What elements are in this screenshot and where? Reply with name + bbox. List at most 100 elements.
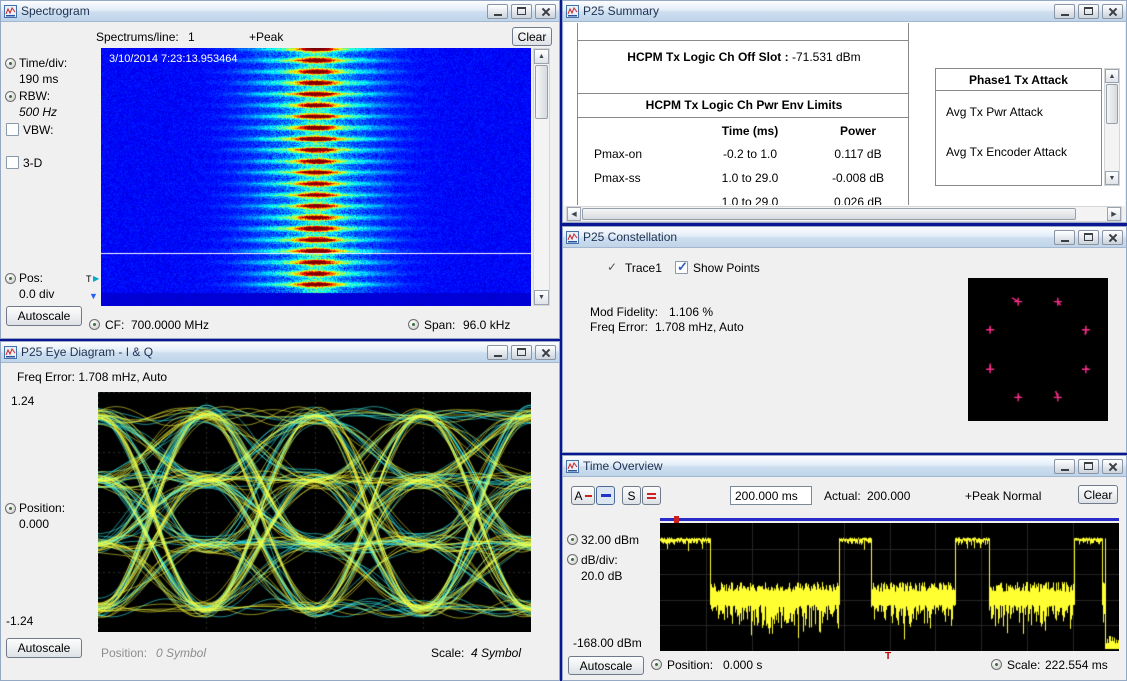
time-overview-titlebar[interactable]: Time Overview <box>563 456 1126 477</box>
scroll-up-icon[interactable]: ▲ <box>1105 69 1119 83</box>
spectrums-per-line-value[interactable]: 1 <box>188 30 195 44</box>
trace-check-icon[interactable]: ✓ <box>607 260 617 274</box>
scroll-thumb[interactable] <box>535 65 548 119</box>
trace-a-button[interactable]: A <box>571 486 595 505</box>
trace-selector[interactable]: Trace1 <box>625 261 662 275</box>
autoscale-button[interactable]: Autoscale <box>6 306 82 326</box>
minimize-icon[interactable] <box>487 4 508 19</box>
detector-label[interactable]: +Peak <box>249 30 283 44</box>
red-dash-icon <box>585 495 592 497</box>
autoscale-button[interactable]: Autoscale <box>568 656 644 675</box>
spectrogram-scrollbar[interactable]: ▲ ▼ <box>533 48 550 306</box>
trace-b-button[interactable] <box>596 486 615 505</box>
db-div-value[interactable]: 20.0 dB <box>581 569 622 583</box>
ref-level-knob-icon[interactable] <box>567 534 578 545</box>
cf-value[interactable]: 700.0000 MHz <box>131 318 209 332</box>
col-header-time: Time (ms) <box>690 124 810 138</box>
row-name: Pmax-on <box>594 147 642 161</box>
pos-label: Pos: <box>19 271 43 285</box>
span-value[interactable]: 96.0 kHz <box>463 318 510 332</box>
eye-titlebar[interactable]: P25 Eye Diagram - I & Q <box>1 342 559 363</box>
spectrogram-canvas[interactable] <box>101 48 531 306</box>
main-time-length-input[interactable] <box>730 486 812 505</box>
constellation-canvas[interactable] <box>968 278 1108 421</box>
threed-checkbox[interactable] <box>6 156 19 169</box>
footer-scale-knob-icon[interactable] <box>991 659 1002 670</box>
row-time: 1.0 to 29.0 <box>690 195 810 205</box>
footer-scale-value[interactable]: 4 Symbol <box>471 646 521 660</box>
rbw-value[interactable]: 500 Hz <box>19 105 57 119</box>
time-overview-plot[interactable] <box>660 523 1119 651</box>
scroll-left-icon[interactable]: ◀ <box>567 207 581 221</box>
phase1-scrollbar[interactable]: ▲ ▼ <box>1104 68 1120 186</box>
rbw-knob-icon[interactable] <box>5 91 16 102</box>
maximize-icon[interactable] <box>1078 4 1099 19</box>
pos-value[interactable]: 0.0 div <box>19 287 54 301</box>
maximize-icon[interactable] <box>511 345 532 360</box>
maximize-icon[interactable] <box>1078 230 1099 245</box>
summary-pane: P25 Summary HCPM Tx Logic Ch Off Slot : … <box>562 0 1127 223</box>
footer-position-value: 0 Symbol <box>156 646 206 660</box>
scroll-thumb[interactable] <box>1106 84 1118 124</box>
scroll-thumb[interactable] <box>582 208 1076 220</box>
footer-position-label: Position: <box>667 658 713 672</box>
time-div-value[interactable]: 190 ms <box>19 72 58 86</box>
constellation-titlebar[interactable]: P25 Constellation <box>563 227 1126 248</box>
footer-position-value[interactable]: 0.000 s <box>723 658 762 672</box>
maximize-icon[interactable] <box>1078 459 1099 474</box>
minimize-icon[interactable] <box>1054 459 1075 474</box>
footer-scale-label: Scale: <box>1007 658 1040 672</box>
close-icon[interactable] <box>535 4 556 19</box>
close-icon[interactable] <box>535 345 556 360</box>
time-div-knob-icon[interactable] <box>5 58 16 69</box>
pane-title: P25 Summary <box>583 4 659 18</box>
minimize-icon[interactable] <box>1054 230 1075 245</box>
position-knob-icon[interactable] <box>5 503 16 514</box>
autoscale-button[interactable]: Autoscale <box>6 638 82 658</box>
spectrum-button[interactable]: S <box>622 486 641 505</box>
trace-s-button[interactable] <box>642 486 661 505</box>
close-icon[interactable] <box>1102 230 1123 245</box>
ref-level-value[interactable]: 32.00 dBm <box>581 533 639 547</box>
eye-plot[interactable] <box>98 392 531 632</box>
trigger-marker[interactable]: T <box>86 274 92 284</box>
line-marker-icon[interactable]: ▼ <box>89 291 98 301</box>
minimize-icon[interactable] <box>487 345 508 360</box>
scroll-up-icon[interactable]: ▲ <box>534 49 549 64</box>
phase1-attack-box: Phase1 Tx Attack Avg Tx Pwr Attack Avg T… <box>935 68 1102 186</box>
scroll-down-icon[interactable]: ▼ <box>1105 171 1119 185</box>
clear-button[interactable]: Clear <box>1078 485 1118 504</box>
trigger-marker[interactable]: T <box>885 651 891 662</box>
footer-position-knob-icon[interactable] <box>651 659 662 670</box>
summary-h-scrollbar[interactable]: ◀ ▶ <box>566 206 1122 222</box>
show-points-checkbox[interactable]: ✓ <box>675 261 688 274</box>
maximize-icon[interactable] <box>511 4 532 19</box>
spectrogram-plot[interactable]: 3/10/2014 7:23:13.953464 <box>101 48 531 306</box>
freq-error-label: Freq Error: <box>17 370 75 384</box>
off-slot-value: -71.531 dBm <box>792 50 861 64</box>
time-overview-canvas[interactable] <box>660 523 1119 651</box>
minimize-icon[interactable] <box>1054 4 1075 19</box>
vbw-checkbox[interactable] <box>6 123 19 136</box>
clear-button[interactable]: Clear <box>512 27 552 46</box>
selection-bar[interactable] <box>660 518 1119 521</box>
db-div-knob-icon[interactable] <box>567 554 578 565</box>
scroll-right-icon[interactable]: ▶ <box>1107 207 1121 221</box>
span-knob-icon[interactable] <box>408 319 419 330</box>
cf-knob-icon[interactable] <box>89 319 100 330</box>
eye-canvas[interactable] <box>98 392 531 632</box>
threed-label: 3-D <box>23 156 42 170</box>
selection-start-marker[interactable] <box>674 516 679 523</box>
position-value[interactable]: 0.000 <box>19 517 49 531</box>
close-icon[interactable] <box>1102 4 1123 19</box>
eye-diagram-pane: P25 Eye Diagram - I & Q Freq Error: 1.70… <box>0 341 560 681</box>
scroll-down-icon[interactable]: ▼ <box>534 290 549 305</box>
close-icon[interactable] <box>1102 459 1123 474</box>
detector-label[interactable]: +Peak Normal <box>965 489 1041 503</box>
footer-scale-value[interactable]: 222.554 ms <box>1045 658 1108 672</box>
pos-knob-icon[interactable] <box>5 273 16 284</box>
summary-titlebar[interactable]: P25 Summary <box>563 1 1126 22</box>
red-dash-icon <box>647 493 656 495</box>
constellation-plot[interactable] <box>968 278 1108 421</box>
spectrogram-titlebar[interactable]: Spectrogram <box>1 1 559 22</box>
